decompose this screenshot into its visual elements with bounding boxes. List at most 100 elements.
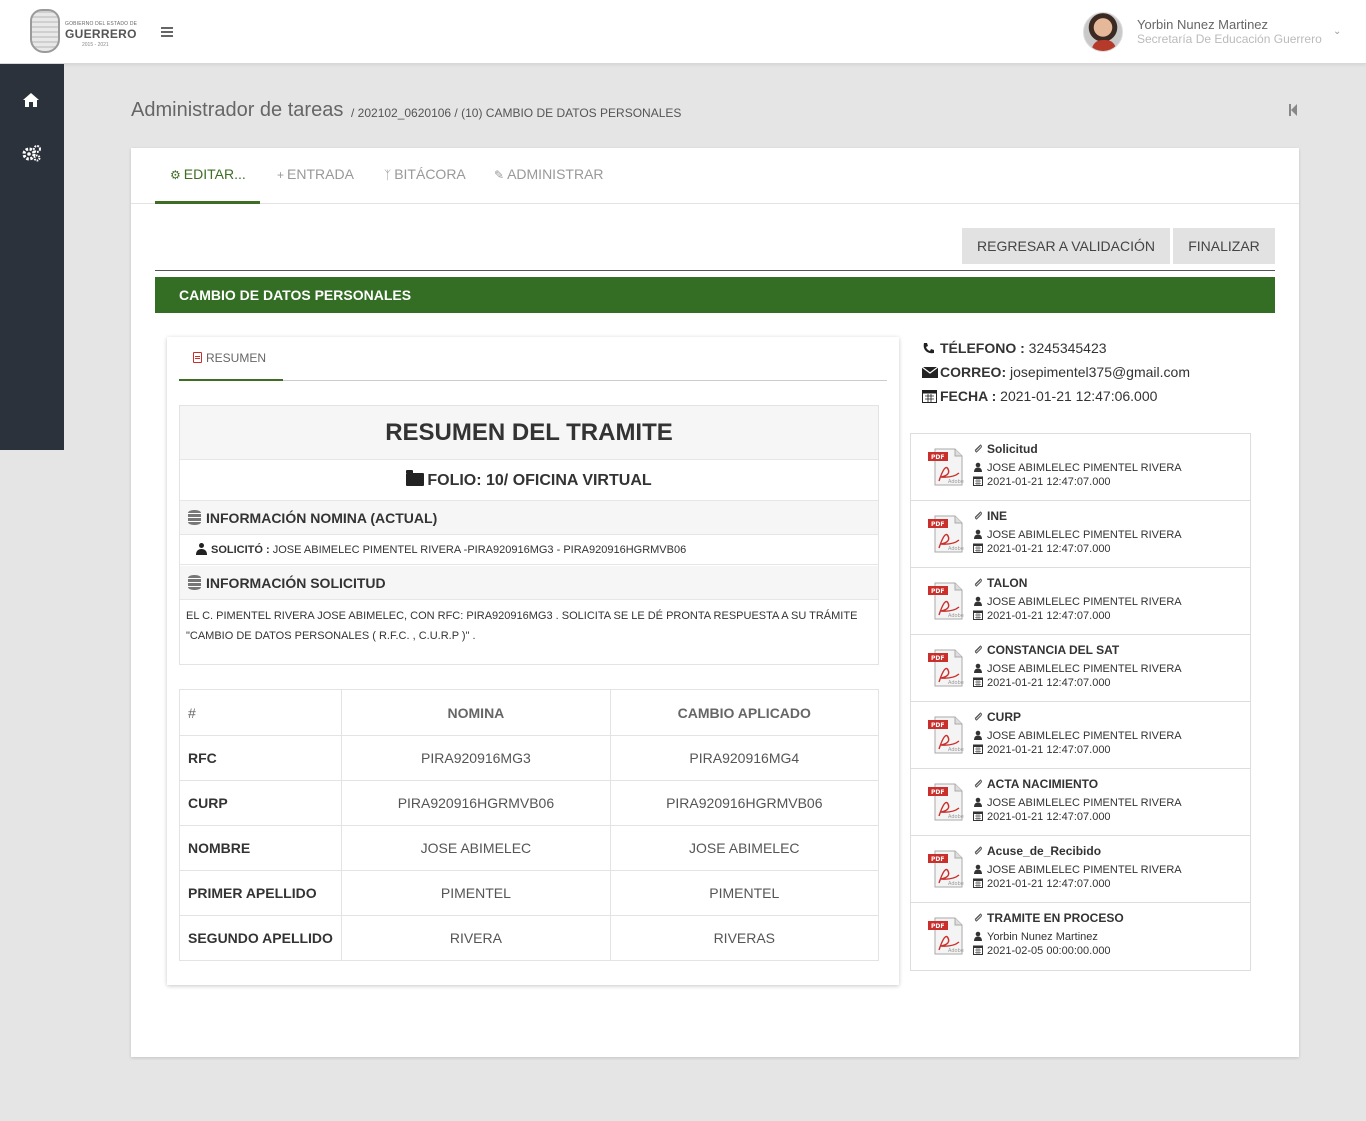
document-name-text: INE <box>987 509 1008 523</box>
folio-text: FOLIO: 10/ OFICINA VIRTUAL <box>427 472 652 489</box>
calendar-icon <box>973 811 983 821</box>
pdf-file-icon[interactable]: PDF Adobe <box>925 780 967 822</box>
pdf-file-icon[interactable]: PDF Adobe <box>925 914 967 956</box>
documents-list: PDF Adobe Solicitud JOSE ABIMLELEC PIMEN… <box>910 433 1251 971</box>
document-date: 2021-01-21 12:47:07.000 <box>973 476 1111 488</box>
table-row: SEGUNDO APELLIDO RIVERA RIVERAS <box>178 915 880 961</box>
summary-panel: RESUMEN RESUMEN DEL TRAMITE FOLIO: 10/ O… <box>167 337 899 985</box>
document-name[interactable]: ACTA NACIMIENTO <box>973 777 1098 791</box>
document-date-text: 2021-01-21 12:47:07.000 <box>987 878 1111 890</box>
table-row: CURP PIRA920916HGRMVB06 PIRA920916HGRMVB… <box>178 780 880 826</box>
step-backward-icon[interactable] <box>1288 103 1298 117</box>
row-label: CURP <box>178 780 343 826</box>
email-value[interactable]: josepimentel375@gmail.com <box>1010 364 1190 380</box>
page-title: Administrador de tareas <box>131 99 344 121</box>
document-date-text: 2021-01-21 12:47:07.000 <box>987 543 1111 555</box>
guerrero-logo[interactable]: GOBIERNO DEL ESTADO DE GUERRERO 2015 - 2… <box>30 9 137 55</box>
document-date: 2021-01-21 12:47:07.000 <box>973 677 1111 689</box>
svg-text:Adobe: Adobe <box>948 881 964 887</box>
user-icon <box>973 730 983 740</box>
tab-entrada[interactable]: + ENTRADA <box>277 148 354 204</box>
email-line: CORREO: josepimentel375@gmail.com <box>921 364 1190 380</box>
breadcrumb: / 202102_0620106 / (10) CAMBIO DE DATOS … <box>351 106 682 120</box>
document-item[interactable]: PDF Adobe TRAMITE EN PROCESO Yorbin Nune… <box>911 903 1250 970</box>
tab-label: RESUMEN <box>206 351 267 365</box>
column-header: NOMINA <box>341 689 611 736</box>
document-date: 2021-01-21 12:47:07.000 <box>973 811 1111 823</box>
paperclip-icon <box>973 845 983 855</box>
home-icon[interactable] <box>22 92 42 110</box>
column-header: CAMBIO APLICADO <box>609 689 880 736</box>
state-seal-icon <box>30 9 60 53</box>
date-line: FECHA : 2021-01-21 12:47:06.000 <box>922 388 1157 404</box>
document-uploader: JOSE ABIMLELEC PIMENTEL RIVERA <box>973 462 1182 474</box>
document-uploader-text: JOSE ABIMLELEC PIMENTEL RIVERA <box>987 864 1182 876</box>
paperclip-icon <box>973 443 983 453</box>
tab-label: EDITAR... <box>183 166 246 182</box>
pdf-file-icon[interactable]: PDF Adobe <box>925 579 967 621</box>
finish-button[interactable]: FINALIZAR <box>1173 228 1275 264</box>
paperclip-icon <box>973 510 983 520</box>
pdf-file-icon[interactable]: PDF Adobe <box>925 512 967 554</box>
logo-title: GUERRERO <box>65 27 137 41</box>
pdf-file-icon[interactable]: PDF Adobe <box>925 445 967 487</box>
tab-label: ADMINISTRAR <box>507 166 604 182</box>
chevron-down-icon[interactable]: ⌄ <box>1333 26 1341 37</box>
user-icon <box>973 864 983 874</box>
document-name[interactable]: TRAMITE EN PROCESO <box>973 911 1124 925</box>
document-date: 2021-01-21 12:47:07.000 <box>973 543 1111 555</box>
cambio-value: RIVERAS <box>609 915 880 961</box>
user-name[interactable]: Yorbin Nunez Martinez <box>1137 17 1268 32</box>
tab-editar[interactable]: ⚙ EDITAR... <box>155 148 260 204</box>
phone-label: TÉLEFONO : <box>940 340 1025 356</box>
pdf-file-icon[interactable]: PDF Adobe <box>925 713 967 755</box>
calendar-icon <box>973 945 983 955</box>
document-uploader: JOSE ABIMLELEC PIMENTEL RIVERA <box>973 596 1182 608</box>
pdf-file-icon[interactable]: PDF Adobe <box>925 847 967 889</box>
calendar-icon <box>973 610 983 620</box>
nomina-header: INFORMACIÓN NOMINA (ACTUAL) <box>180 501 878 535</box>
svg-text:PDF: PDF <box>931 454 944 461</box>
phone-value: 3245345423 <box>1028 340 1107 356</box>
phone-icon <box>922 342 936 355</box>
document-uploader-text: Yorbin Nunez Martinez <box>987 931 1098 943</box>
nomina-value: PIRA920916HGRMVB06 <box>341 780 611 826</box>
nomina-value: PIRA920916MG3 <box>341 735 611 781</box>
document-date: 2021-01-21 12:47:07.000 <box>973 878 1111 890</box>
pdf-file-icon[interactable]: PDF Adobe <box>925 646 967 688</box>
document-name[interactable]: Acuse_de_Recibido <box>973 844 1101 858</box>
tab-administrar[interactable]: ✎ ADMINISTRAR <box>494 148 604 204</box>
document-item[interactable]: PDF Adobe CURP JOSE ABIMLELEC PIMENTEL R… <box>911 702 1250 769</box>
document-name[interactable]: CONSTANCIA DEL SAT <box>973 643 1119 657</box>
edit-icon: ✎ <box>494 168 505 182</box>
document-item[interactable]: PDF Adobe Acuse_de_Recibido JOSE ABIMLEL… <box>911 836 1250 903</box>
document-date: 2021-01-21 12:47:07.000 <box>973 610 1111 622</box>
document-date-text: 2021-01-21 12:47:07.000 <box>987 744 1111 756</box>
envelope-icon <box>921 366 939 379</box>
document-date-text: 2021-01-21 12:47:07.000 <box>987 476 1111 488</box>
document-item[interactable]: PDF Adobe CONSTANCIA DEL SAT JOSE ABIMLE… <box>911 635 1250 702</box>
document-name-text: Acuse_de_Recibido <box>987 844 1102 858</box>
tab-resumen[interactable]: RESUMEN <box>179 337 283 381</box>
document-uploader: JOSE ABIMLELEC PIMENTEL RIVERA <box>973 797 1182 809</box>
user-avatar[interactable] <box>1083 12 1123 52</box>
return-to-validation-button[interactable]: REGRESAR A VALIDACIÓN <box>962 228 1170 264</box>
email-label: CORREO: <box>940 364 1007 380</box>
hamburger-menu-icon[interactable] <box>161 27 173 37</box>
document-name[interactable]: Solicitud <box>973 442 1038 456</box>
document-name[interactable]: TALON <box>973 576 1027 590</box>
document-name-text: TALON <box>987 576 1028 590</box>
document-item[interactable]: PDF Adobe Solicitud JOSE ABIMLELEC PIMEN… <box>911 434 1250 501</box>
settings-gears-icon[interactable] <box>22 144 42 162</box>
tab-bitacora[interactable]: ᛉ BITÁCORA <box>384 148 466 204</box>
document-item[interactable]: PDF Adobe TALON JOSE ABIMLELEC PIMENTEL … <box>911 568 1250 635</box>
document-date-text: 2021-02-05 00:00:00.000 <box>987 945 1111 957</box>
user-icon <box>973 931 983 941</box>
svg-text:PDF: PDF <box>931 923 944 930</box>
document-item[interactable]: PDF Adobe INE JOSE ABIMLELEC PIMENTEL RI… <box>911 501 1250 568</box>
calendar-icon <box>973 878 983 888</box>
document-date-text: 2021-01-21 12:47:07.000 <box>987 677 1111 689</box>
document-item[interactable]: PDF Adobe ACTA NACIMIENTO JOSE ABIMLELEC… <box>911 769 1250 836</box>
document-name[interactable]: INE <box>973 509 1007 523</box>
document-name[interactable]: CURP <box>973 710 1021 724</box>
